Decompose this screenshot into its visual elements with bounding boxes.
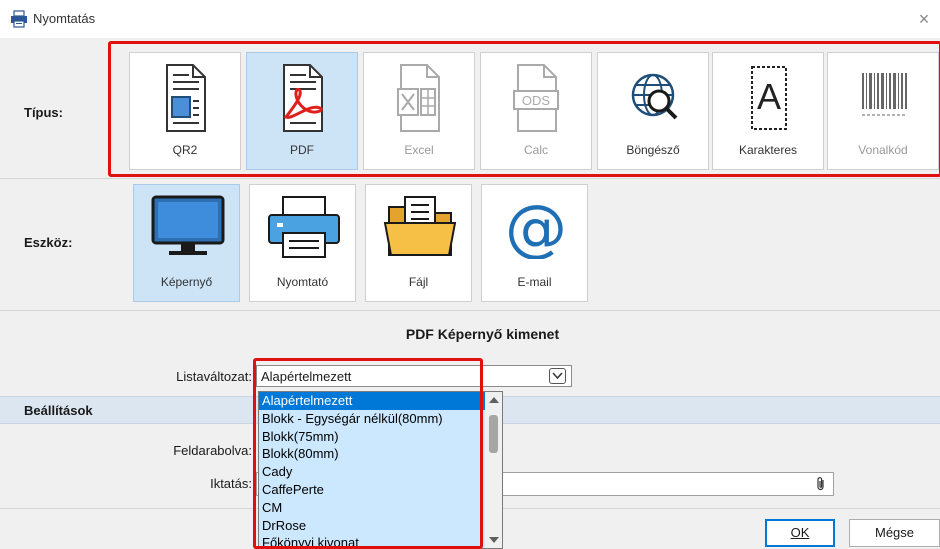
dropdown-item[interactable]: Alapértelmezett — [259, 392, 485, 410]
paperclip-icon[interactable] — [815, 476, 827, 492]
ok-button-label: OK — [790, 525, 810, 540]
svg-text:ODS: ODS — [522, 93, 551, 108]
type-tile-character[interactable]: A Karakteres — [712, 52, 824, 170]
svg-text:A: A — [757, 76, 781, 117]
dropdown-item[interactable]: Blokk(80mm) — [259, 445, 485, 464]
dropdown-item[interactable]: CM — [259, 498, 485, 517]
type-tile-calc[interactable]: ODS Calc — [480, 52, 592, 170]
split-label: Feldarabolva: — [173, 443, 252, 458]
dropdown-item[interactable]: Blokk(75mm) — [259, 427, 485, 446]
device-tile-screen[interactable]: Képernyő — [133, 184, 240, 302]
printer-icon — [268, 196, 340, 258]
qr2-document-icon — [166, 64, 206, 132]
pdf-document-icon — [283, 64, 323, 132]
output-title: PDF Képernyő kimenet — [405, 326, 560, 342]
dropdown-item[interactable]: Cady — [259, 463, 485, 481]
dropdown-item[interactable]: CaffePerte — [259, 480, 485, 499]
window-title: Nyomtatás — [33, 11, 96, 26]
type-tile-excel[interactable]: Excel — [363, 52, 475, 170]
device-tile-printer[interactable]: Nyomtató — [249, 184, 356, 302]
dropdown-item[interactable]: Blokk - Egységár nélkül(80mm) — [259, 409, 485, 428]
device-tile-email[interactable]: @ E-mail — [481, 184, 588, 302]
type-tile-barcode[interactable]: Vonalkód — [827, 52, 939, 170]
scroll-down-arrow-icon[interactable] — [489, 537, 499, 543]
ok-button[interactable]: OK — [765, 519, 835, 547]
divider — [0, 310, 940, 311]
type-tile-label: Karakteres — [738, 143, 798, 157]
folder-icon — [383, 196, 457, 256]
divider — [0, 178, 940, 179]
browser-globe-icon — [631, 73, 678, 120]
type-tile-label: Böngésző — [626, 143, 680, 157]
list-variant-value: Alapértelmezett — [261, 369, 352, 384]
monitor-icon — [151, 195, 225, 255]
filing-label: Iktatás: — [210, 476, 252, 491]
type-tile-label: PDF — [290, 143, 314, 157]
barcode-icon — [862, 73, 907, 116]
dropdown-item[interactable]: Főkönyvi kivonat — [259, 534, 485, 548]
list-variant-select[interactable]: Alapértelmezett — [256, 365, 572, 387]
type-tile-pdf[interactable]: PDF — [246, 52, 358, 170]
printer-title-icon — [11, 10, 27, 28]
type-tile-label: Excel — [404, 143, 434, 157]
device-tile-label: Fájl — [408, 275, 429, 289]
scrollbar-thumb[interactable] — [489, 415, 498, 453]
list-variant-dropdown[interactable]: Alapértelmezett Blokk - Egységár nélkül(… — [258, 391, 503, 549]
device-tile-label: E-mail — [517, 275, 552, 289]
excel-document-icon — [397, 64, 440, 132]
dropdown-list: Alapértelmezett Blokk - Egységár nélkül(… — [259, 392, 485, 548]
ods-document-icon: ODS — [513, 64, 559, 132]
list-variant-label: Listaváltozat: — [176, 369, 252, 384]
device-tile-label: Nyomtató — [276, 275, 329, 289]
type-tile-label: Calc — [523, 143, 548, 157]
dropdown-scrollbar[interactable] — [485, 392, 502, 548]
at-sign-icon: @ — [505, 193, 567, 259]
dropdown-item[interactable]: DrRose — [259, 516, 485, 535]
character-document-icon: A — [751, 66, 787, 130]
svg-text:@: @ — [505, 193, 567, 259]
device-tile-file[interactable]: Fájl — [365, 184, 472, 302]
type-tile-label: Vonalkód — [858, 143, 908, 157]
scroll-up-arrow-icon[interactable] — [489, 397, 499, 403]
settings-header-label: Beállítások — [24, 403, 93, 418]
close-button[interactable]: × — [912, 8, 936, 30]
title-bar: Nyomtatás × — [0, 0, 940, 38]
device-label: Eszköz: — [24, 235, 73, 250]
chevron-down-icon[interactable] — [549, 368, 566, 384]
type-tile-qr2[interactable]: QR2 — [129, 52, 241, 170]
type-label: Típus: — [24, 105, 63, 120]
cancel-button[interactable]: Mégse — [849, 519, 940, 547]
device-tile-label: Képernyő — [160, 275, 213, 289]
type-tile-browser[interactable]: Böngésző — [597, 52, 709, 170]
type-tile-label: QR2 — [172, 143, 198, 157]
